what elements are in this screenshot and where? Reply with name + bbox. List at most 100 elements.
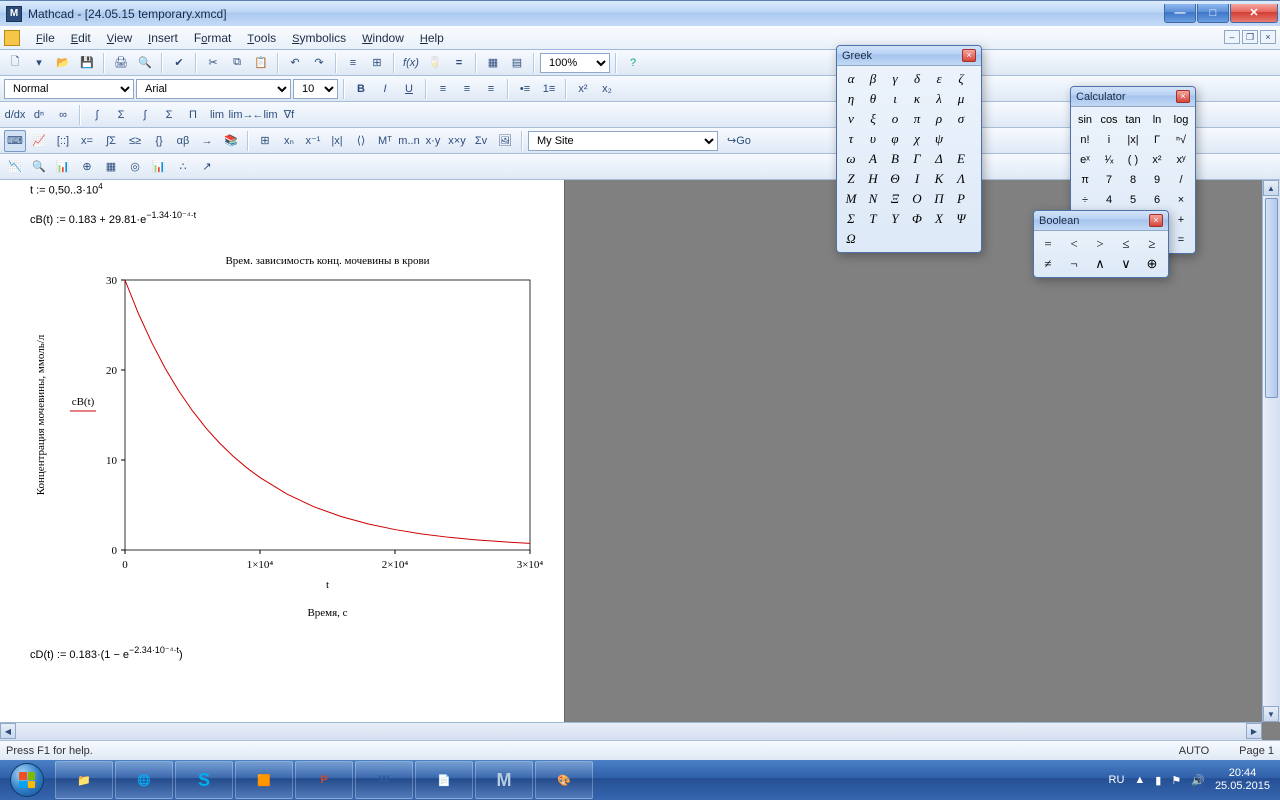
greek-key[interactable]: Ε xyxy=(951,150,971,168)
greek-key[interactable]: Β xyxy=(885,150,905,168)
calc-key[interactable]: sin xyxy=(1075,111,1095,129)
style-select[interactable]: Normal xyxy=(4,79,134,99)
greek-key[interactable]: υ xyxy=(863,130,883,148)
print-icon[interactable]: 🖨 xyxy=(110,52,132,74)
task-powerpoint[interactable]: P xyxy=(295,761,353,799)
help-icon[interactable]: ? xyxy=(622,52,644,74)
preview-icon[interactable]: 🔍 xyxy=(134,52,156,74)
bool-key[interactable]: ⊕ xyxy=(1142,255,1162,273)
greek-key[interactable]: φ xyxy=(885,130,905,148)
insert-icon[interactable]: ▤ xyxy=(506,52,528,74)
greek-key[interactable]: Γ xyxy=(907,150,927,168)
menu-edit[interactable]: Edit xyxy=(63,27,99,49)
gradient-icon[interactable]: ∇f xyxy=(278,104,300,126)
system-tray[interactable]: RU ▲ ▮ ⚑ 🔊 20:44 25.05.2015 xyxy=(1099,767,1280,793)
font-select[interactable]: Arial xyxy=(136,79,291,99)
greek-key[interactable]: ν xyxy=(841,110,861,128)
greek-key[interactable]: μ xyxy=(951,90,971,108)
greek-key[interactable]: ω xyxy=(841,150,861,168)
align-icon[interactable]: ≡ xyxy=(342,52,364,74)
limit-icon[interactable]: lim xyxy=(206,104,228,126)
greek-key[interactable]: Κ xyxy=(929,170,949,188)
calc-key[interactable]: n! xyxy=(1075,131,1095,149)
scrollbar-vertical[interactable]: ▲ ▼ xyxy=(1262,180,1280,722)
bool-key[interactable]: > xyxy=(1090,235,1110,253)
subscript-icon[interactable]: x₂ xyxy=(596,78,618,100)
unit-icon[interactable]: 🥛 xyxy=(424,52,446,74)
task-explorer[interactable]: 📁 xyxy=(55,761,113,799)
polar-icon[interactable]: ⊕ xyxy=(76,156,98,178)
bool-key[interactable]: ≠ xyxy=(1038,255,1058,273)
greek-key[interactable]: ο xyxy=(885,110,905,128)
bar3d-icon[interactable]: 📊 xyxy=(148,156,170,178)
boolean-palette[interactable]: Boolean× =<>≤≥≠¬∧∨⊕ xyxy=(1033,210,1169,278)
calc-key[interactable]: ln xyxy=(1147,111,1167,129)
greek-key[interactable]: ψ xyxy=(929,130,949,148)
greek-key[interactable]: Ν xyxy=(863,190,883,208)
document[interactable]: t := 0,50..3·104 cB(t) := 0.183 + 29.81·… xyxy=(0,180,565,722)
greek-key[interactable]: Τ xyxy=(863,210,883,228)
picture-icon[interactable]: 🖼 xyxy=(494,130,516,152)
minimize-button[interactable]: — xyxy=(1164,4,1196,23)
calc-key[interactable]: x² xyxy=(1147,151,1167,169)
zoom-select[interactable]: 100% xyxy=(540,53,610,73)
menu-help[interactable]: Help xyxy=(412,27,452,49)
greek-key[interactable] xyxy=(907,230,927,248)
menu-symbolics[interactable]: Symbolics xyxy=(284,27,354,49)
superscript-icon[interactable]: x² xyxy=(572,78,594,100)
greek-key[interactable]: δ xyxy=(907,70,927,88)
greek-key[interactable]: ρ xyxy=(929,110,949,128)
calc-key[interactable]: |x| xyxy=(1123,131,1143,149)
calculus-palette-icon[interactable]: ∫Σ xyxy=(100,130,122,152)
bool-key[interactable]: < xyxy=(1064,235,1084,253)
greek-key[interactable]: Θ xyxy=(885,170,905,188)
start-button[interactable] xyxy=(0,760,54,800)
subscript2-icon[interactable]: xₙ xyxy=(278,130,300,152)
sum-product-icon[interactable]: Σ xyxy=(110,104,132,126)
resources-icon[interactable]: 📚 xyxy=(220,130,242,152)
mdi-restore[interactable]: ❐ xyxy=(1242,30,1258,44)
mdi-close[interactable]: × xyxy=(1260,30,1276,44)
calc-key[interactable]: 8 xyxy=(1123,171,1143,189)
calc-key[interactable]: ÷ xyxy=(1075,191,1095,209)
calc-key[interactable]: eˣ xyxy=(1075,151,1095,169)
nth-derivative-icon[interactable]: dⁿ xyxy=(28,104,50,126)
greek-key[interactable] xyxy=(885,230,905,248)
bool-close-icon[interactable]: × xyxy=(1149,214,1163,227)
greek-key[interactable]: Υ xyxy=(885,210,905,228)
range-icon[interactable]: m..n xyxy=(398,130,420,152)
greek-key[interactable]: β xyxy=(863,70,883,88)
cross-icon[interactable]: x×y xyxy=(446,130,468,152)
greek-key[interactable] xyxy=(863,230,883,248)
size-select[interactable]: 10 xyxy=(293,79,338,99)
infinity-icon[interactable]: ∞ xyxy=(52,104,74,126)
task-skype[interactable]: S xyxy=(175,761,233,799)
greek-key[interactable]: ζ xyxy=(951,70,971,88)
menu-format[interactable]: Format xyxy=(186,27,239,49)
scroll-thumb[interactable] xyxy=(1265,198,1278,398)
calc-key[interactable]: 4 xyxy=(1099,191,1119,209)
greek-key[interactable] xyxy=(929,230,949,248)
task-mathcad[interactable]: M xyxy=(475,761,533,799)
tray-flag-icon[interactable]: ⚑ xyxy=(1171,774,1181,787)
greek-key[interactable]: ι xyxy=(885,90,905,108)
greek-key[interactable]: Ξ xyxy=(885,190,905,208)
zoom-plot-icon[interactable]: 🔍 xyxy=(28,156,50,178)
open-icon[interactable]: 📂 xyxy=(52,52,74,74)
integral2-icon[interactable]: ∫ xyxy=(134,104,156,126)
contour-icon[interactable]: ◎ xyxy=(124,156,146,178)
calc-key[interactable]: × xyxy=(1171,191,1191,209)
greek-key[interactable]: Ω xyxy=(841,230,861,248)
task-app1[interactable]: 🟧 xyxy=(235,761,293,799)
scrollbar-horizontal[interactable]: ◀ ▶ xyxy=(0,722,1262,740)
tray-clock[interactable]: 20:44 25.05.2015 xyxy=(1215,767,1270,793)
integral-icon[interactable]: ∫ xyxy=(86,104,108,126)
greek-key[interactable]: Ζ xyxy=(841,170,861,188)
limit-left-icon[interactable]: ←lim xyxy=(254,104,276,126)
xy-chart[interactable]: Врем. зависимость конц. мочевины в крови… xyxy=(30,250,550,620)
calc-key[interactable]: xʸ xyxy=(1171,151,1191,169)
xy-plot-icon[interactable]: 📉 xyxy=(4,156,26,178)
bool-key[interactable]: = xyxy=(1038,235,1058,253)
limit-right-icon[interactable]: lim→ xyxy=(230,104,252,126)
tray-up-icon[interactable]: ▲ xyxy=(1134,774,1145,786)
